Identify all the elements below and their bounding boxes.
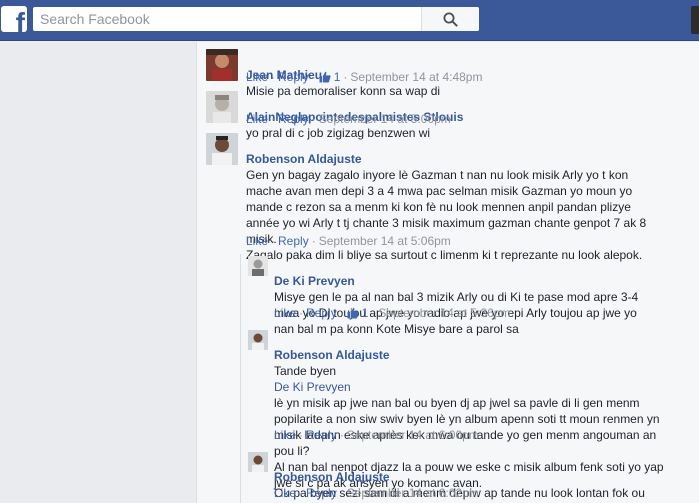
avatar[interactable] xyxy=(206,49,238,81)
like-link[interactable]: Like xyxy=(246,234,268,248)
reply-link[interactable]: Reply xyxy=(306,428,337,442)
like-link[interactable]: Like xyxy=(246,112,268,126)
avatar[interactable] xyxy=(248,256,268,276)
search-icon xyxy=(443,12,458,27)
search-box xyxy=(33,7,479,31)
comment-author-link[interactable]: Robenson Aldajuste xyxy=(246,152,362,166)
like-link[interactable]: Like xyxy=(246,70,268,84)
comment-timestamp[interactable]: September 14 at 5:06pm xyxy=(319,234,451,248)
reply-author-link[interactable]: Robenson Aldajuste xyxy=(274,470,390,484)
reply-text-before: Tande byen xyxy=(274,364,337,378)
like-link[interactable]: Like xyxy=(274,428,296,442)
user-photo-icon xyxy=(206,133,238,165)
reply-timestamp[interactable]: September 14 at 5:36pm xyxy=(378,306,510,320)
search-button[interactable] xyxy=(421,7,479,31)
reply-timestamp[interactable]: September 14 at 6:00pm xyxy=(347,428,479,442)
reply-actions: Like · Reply · September 14 at 6:02pm xyxy=(274,486,479,500)
avatar[interactable] xyxy=(206,133,238,165)
comment-timestamp[interactable]: September 14 at 4:48pm xyxy=(350,70,482,84)
reply-link[interactable]: Reply xyxy=(306,306,337,320)
user-photo-icon xyxy=(248,330,268,350)
top-bar: f xyxy=(0,0,699,41)
reply-link[interactable]: Reply xyxy=(278,112,309,126)
search-input[interactable] xyxy=(33,7,443,31)
reply-thread-line xyxy=(240,254,241,503)
reply-actions: Like · Reply · 1 · September 14 at 5:36pm xyxy=(274,306,511,320)
thumbs-up-icon xyxy=(347,307,359,319)
like-link[interactable]: Like xyxy=(274,306,296,320)
comment-timestamp[interactable]: September 14 at 5:00pm xyxy=(319,112,451,126)
user-photo-icon xyxy=(248,256,268,276)
user-photo-icon xyxy=(206,91,238,123)
reply-actions: Like · Reply · September 14 at 6:00pm xyxy=(274,428,479,442)
reply-link[interactable]: Reply xyxy=(278,234,309,248)
avatar[interactable] xyxy=(248,452,268,472)
comment-actions: Like · Reply · 1 · September 14 at 4:48pm xyxy=(246,70,483,84)
user-photo-icon xyxy=(206,49,238,81)
thumbs-up-icon xyxy=(319,71,331,83)
reply-author-link[interactable]: De Ki Prevyen xyxy=(274,274,355,288)
comment-actions: Like · Reply · September 14 at 5:00pm xyxy=(246,112,451,126)
reply-timestamp[interactable]: September 14 at 6:02pm xyxy=(347,486,479,500)
comment-actions: Like · Reply · September 14 at 5:06pm xyxy=(246,234,451,248)
like-count[interactable]: 1 xyxy=(319,70,340,84)
facebook-logo-icon[interactable]: f xyxy=(1,6,27,32)
avatar[interactable] xyxy=(206,91,238,123)
reply-author-link[interactable]: Robenson Aldajuste xyxy=(274,348,390,362)
left-column xyxy=(0,42,196,503)
reply-link[interactable]: Reply xyxy=(278,70,309,84)
mention-link[interactable]: De Ki Prevyen xyxy=(274,380,351,394)
user-photo-icon xyxy=(248,452,268,472)
reply-link[interactable]: Reply xyxy=(306,486,337,500)
like-count[interactable]: 1 xyxy=(347,306,368,320)
reply-body: De Ki Prevyen Misye gen le pa al nan bal… xyxy=(274,257,656,337)
notification-badge[interactable] xyxy=(691,6,699,34)
like-link[interactable]: Like xyxy=(274,486,296,500)
avatar[interactable] xyxy=(248,330,268,350)
